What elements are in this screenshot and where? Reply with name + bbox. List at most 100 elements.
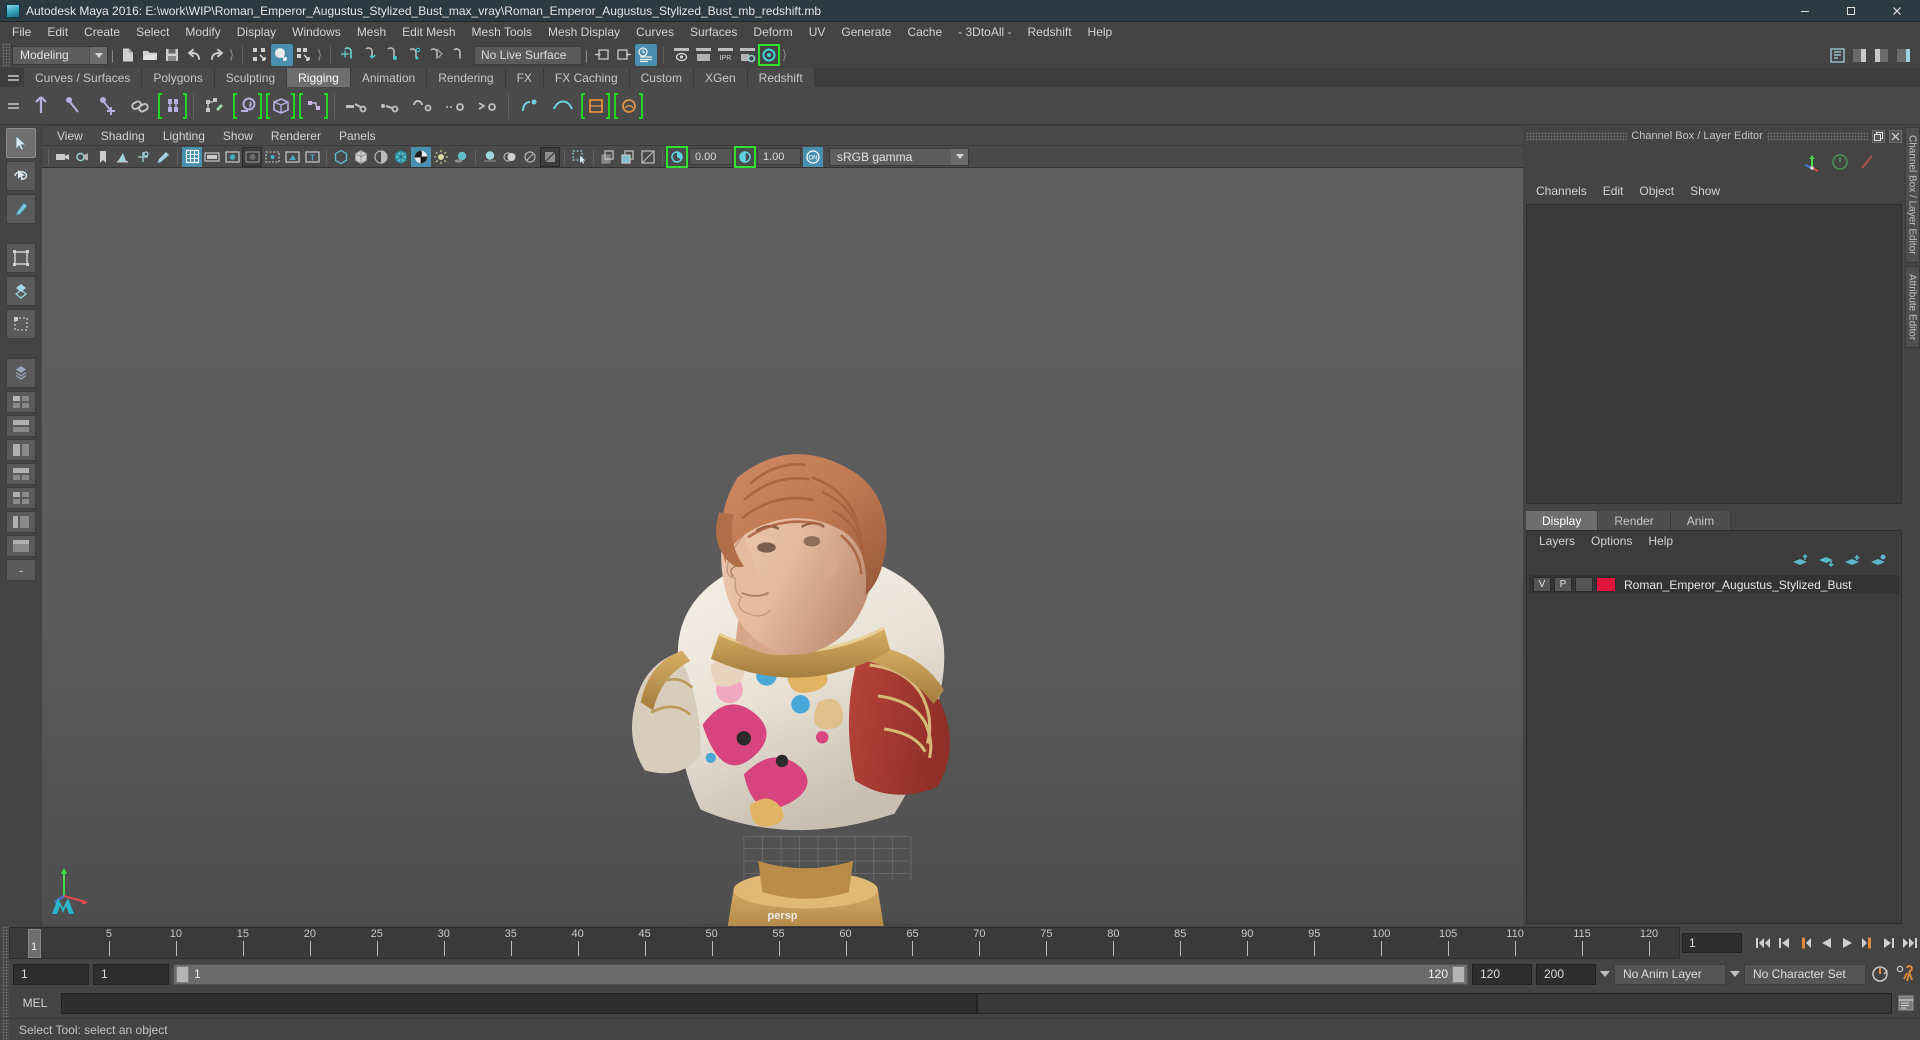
previous-key-button[interactable] (1795, 932, 1815, 954)
xray-active-components-icon[interactable] (618, 147, 638, 167)
script-editor-button[interactable] (1896, 992, 1916, 1014)
menu-select[interactable]: Select (128, 23, 177, 42)
maximize-button[interactable] (1828, 0, 1874, 22)
motion-blur-icon[interactable] (500, 147, 520, 167)
command-input-field[interactable] (61, 992, 977, 1014)
render-sequence-icon[interactable] (692, 44, 714, 66)
shelf-scale-constraint-icon[interactable] (438, 89, 471, 123)
menuset-selector[interactable]: Modeling (12, 45, 108, 65)
layer-visibility-toggle[interactable]: V (1533, 577, 1551, 592)
construction-history-icon[interactable] (635, 44, 657, 66)
snap-to-grid-icon[interactable] (337, 44, 359, 66)
menu-file[interactable]: File (4, 23, 39, 42)
channelbox-menu-show[interactable]: Show (1682, 182, 1728, 201)
make-live-icon[interactable] (447, 44, 469, 66)
shelf-aim-constraint-icon[interactable] (471, 89, 504, 123)
menu-edit-mesh[interactable]: Edit Mesh (394, 23, 463, 42)
shaded-mode-icon[interactable] (371, 147, 391, 167)
shelf-tab-fx-caching[interactable]: FX Caching (543, 68, 630, 87)
minimize-button[interactable] (1782, 0, 1828, 22)
side-tab-attribute-editor[interactable]: Attribute Editor (1904, 265, 1920, 348)
layer-menu-options[interactable]: Options (1583, 532, 1640, 551)
viewport-menu-view[interactable]: View (48, 128, 92, 145)
rotate-tool-button[interactable] (6, 276, 36, 306)
chevron-down-icon[interactable] (951, 148, 968, 165)
ipr-render-icon[interactable]: IPR (714, 44, 736, 66)
render-settings-icon[interactable] (736, 44, 758, 66)
use-all-lights-icon[interactable] (431, 147, 451, 167)
snap-to-point-icon[interactable] (381, 44, 403, 66)
character-set-dropdown-icon[interactable] (1730, 971, 1740, 977)
layer-playback-toggle[interactable]: P (1554, 577, 1572, 592)
range-slider-bar[interactable]: 1 120 (173, 963, 1468, 985)
menu-redshift[interactable]: Redshift (1020, 23, 1080, 42)
exposure-reset-icon[interactable] (638, 147, 658, 167)
statusline-gripper[interactable] (2, 43, 10, 67)
close-button[interactable] (1874, 0, 1920, 22)
layout-two-panes-stacked-button[interactable] (6, 415, 36, 437)
channelbox-menu-edit[interactable]: Edit (1595, 182, 1632, 201)
toggle-texture-display-icon[interactable]: T (302, 147, 322, 167)
wireframe-shading-icon[interactable] (331, 147, 351, 167)
shelf-cluster-icon[interactable] (297, 89, 330, 123)
snap-to-projected-center-icon[interactable] (403, 44, 425, 66)
perspective-viewport[interactable]: persp (42, 168, 1523, 926)
move-layer-down-icon[interactable] (1818, 554, 1835, 571)
anim-end-field[interactable]: 120 (1472, 963, 1532, 985)
select-camera-icon[interactable] (53, 147, 73, 167)
shelf-wire-deformer-icon[interactable] (546, 89, 579, 123)
shelf-tab-curves-surfaces[interactable]: Curves / Surfaces (24, 68, 143, 87)
character-set-selector[interactable]: No Character Set (1744, 963, 1866, 985)
side-tab-channel-box[interactable]: Channel Box / Layer Editor (1904, 127, 1920, 263)
multisample-aa-icon[interactable] (520, 147, 540, 167)
layer-tab-display[interactable]: Display (1526, 511, 1599, 530)
undo-button[interactable] (183, 44, 205, 66)
shelf-parent-constraint-icon[interactable] (339, 89, 372, 123)
menu-display[interactable]: Display (229, 23, 284, 42)
image-plane-icon[interactable] (113, 147, 133, 167)
toolbar-collapse-snap[interactable]: | (582, 43, 591, 67)
shelf-bind-skin-icon[interactable] (156, 89, 189, 123)
toolbar-collapse-file[interactable]: ⟩ (227, 43, 236, 67)
panel-drag-dots-right[interactable] (1766, 131, 1868, 141)
step-back-key-button[interactable] (1774, 932, 1794, 954)
shelf-create-joint-icon[interactable] (24, 89, 57, 123)
xray-joints-icon[interactable] (598, 147, 618, 167)
panel-undock-button[interactable] (1872, 129, 1885, 143)
new-layer-icon[interactable] (1844, 554, 1861, 571)
layer-tab-anim[interactable]: Anim (1670, 511, 1732, 530)
open-scene-button[interactable] (139, 44, 161, 66)
play-forwards-button[interactable] (1837, 932, 1857, 954)
viewport-menu-show[interactable]: Show (214, 128, 262, 145)
layout-two-panes-side-button[interactable] (6, 439, 36, 461)
toggle-gate-mask-icon[interactable] (242, 146, 262, 167)
exposure-field[interactable]: 0.00 (689, 148, 733, 165)
toggle-channel-box-icon[interactable] (1892, 44, 1914, 66)
shelf-blendshape-icon[interactable] (513, 89, 546, 123)
time-slider[interactable]: 1 5 10 15 20 25 30 35 40 45 50 55 60 65 70 75 80 85 90 95 1… (9, 927, 1680, 959)
status-line-gripper[interactable] (2, 1019, 9, 1040)
texture-mode-icon[interactable] (411, 146, 431, 167)
shelf-lattice-icon[interactable] (264, 89, 297, 123)
speed-gauge-icon[interactable] (1831, 153, 1849, 174)
render-current-frame-icon[interactable] (670, 44, 692, 66)
shelf-point-constraint-icon[interactable] (372, 89, 405, 123)
channelbox-menu-channels[interactable]: Channels (1528, 182, 1595, 201)
layer-tab-render[interactable]: Render (1598, 511, 1671, 530)
color-management-toggle-icon[interactable]: ON (803, 146, 823, 167)
viewport-menu-panels[interactable]: Panels (330, 128, 385, 145)
panel-drag-dots-left[interactable] (1526, 131, 1628, 141)
shelf-paint-skin-weights-icon[interactable] (198, 89, 231, 123)
live-surface-field[interactable]: No Live Surface (474, 45, 582, 65)
gamma-toggle-icon[interactable] (734, 145, 756, 168)
color-management-selector[interactable]: sRGB gamma (829, 147, 969, 166)
select-by-hierarchy-button[interactable] (249, 44, 271, 66)
redo-button[interactable] (205, 44, 227, 66)
panel-close-button[interactable] (1889, 129, 1902, 143)
layer-row[interactable]: V P Roman_Emperor_Augustus_Stylized_Bust (1529, 575, 1899, 594)
chevron-down-icon[interactable] (89, 46, 107, 64)
toolbar-collapse-render[interactable]: ⟩ (780, 43, 789, 67)
save-scene-button[interactable] (161, 44, 183, 66)
go-to-end-button[interactable] (1900, 932, 1920, 954)
menu-help[interactable]: Help (1080, 23, 1121, 42)
